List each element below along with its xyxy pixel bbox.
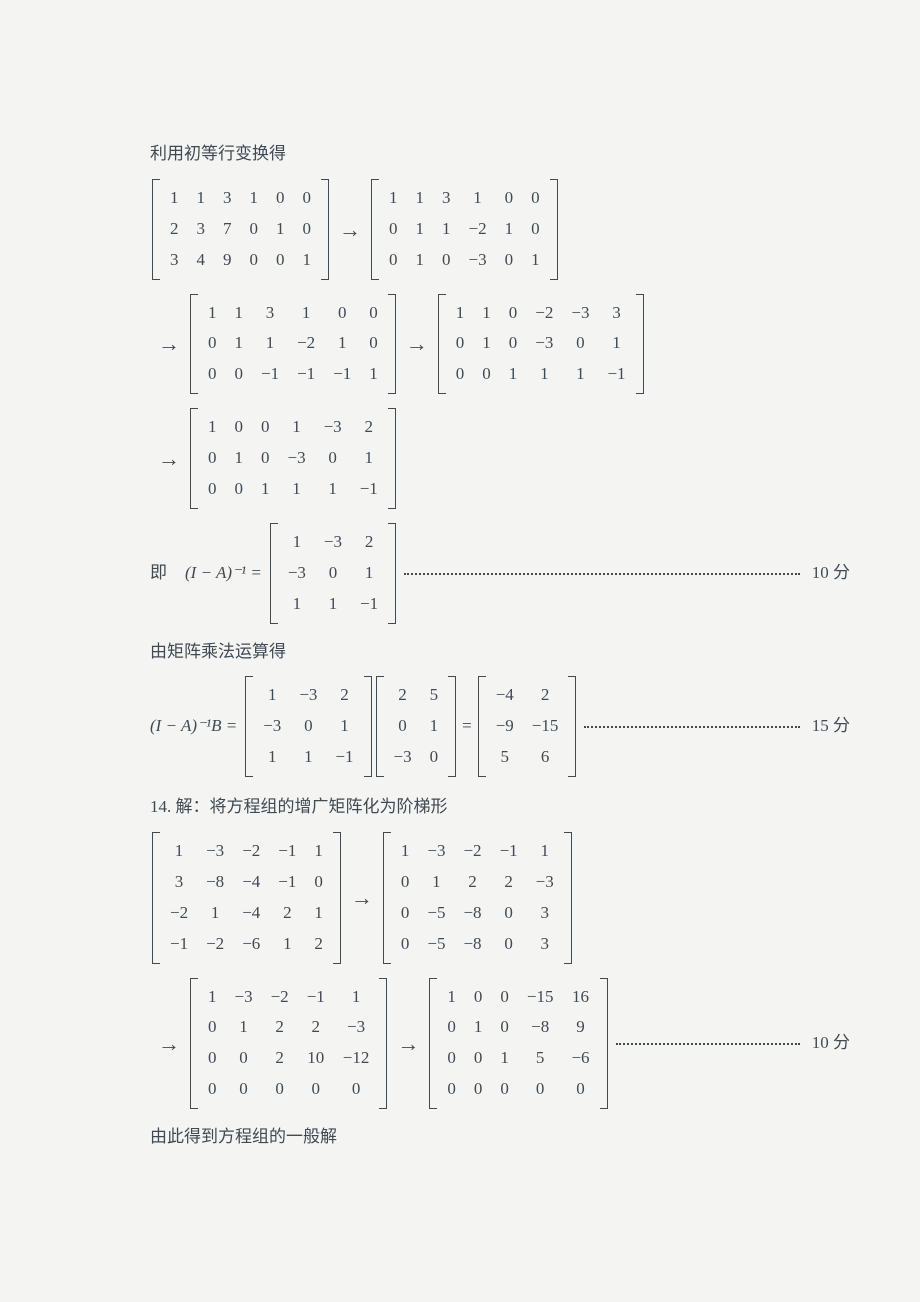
- arrow-icon: →: [158, 325, 180, 362]
- inverse-result-row: 即 (I − A)⁻¹ = 1−32 −301 11−1 10 分: [150, 523, 850, 624]
- q14-tail: 由此得到方程组的一般解: [150, 1123, 850, 1152]
- page-content: 利用初等行变换得 113100 237010 349001 → 113100 0…: [0, 0, 920, 1302]
- matrix-c2: 1−3−2−11 0122−3 0−5−803 0−5−803: [383, 832, 572, 964]
- ji-label: 即: [150, 559, 167, 588]
- matrix-b: 25 01 −30: [376, 676, 457, 777]
- arrow-icon: →: [406, 325, 428, 362]
- matrix-a2: 113100 011−210 010−301: [371, 179, 558, 280]
- arrow-icon: →: [158, 440, 180, 477]
- dotted-leader: [616, 1042, 800, 1045]
- score-10: 10 分: [812, 559, 850, 588]
- arrow-icon: →: [158, 1025, 180, 1062]
- q14-intro: 14. 解：将方程组的增广矩阵化为阶梯形: [150, 793, 850, 822]
- q14-row-1: 1−3−2−11 3−8−4−10 −21−421 −1−2−612 → 1−3…: [150, 832, 850, 964]
- matrix-c1: 1−3−2−11 3−8−4−10 −21−421 −1−2−612: [152, 832, 341, 964]
- by-mult-line: 由矩阵乘法运算得: [150, 638, 850, 667]
- matrix-c4: 100−1516 010−89 0015−6 00000: [429, 978, 607, 1110]
- dotted-leader: [404, 572, 800, 575]
- intro-line-13: 利用初等行变换得: [150, 140, 850, 169]
- product-row: (I − A)⁻¹B = 1−32 −301 11−1 25 01 −30 = …: [150, 676, 850, 777]
- matrix-inverse-2: 1−32 −301 11−1: [245, 676, 371, 777]
- matrix-result: −42 −9−15 56: [478, 676, 577, 777]
- matrix-row-1: 113100 237010 349001 → 113100 011−210 01…: [150, 179, 850, 280]
- arrow-icon: →: [351, 879, 373, 916]
- score-10-b: 10 分: [812, 1029, 850, 1058]
- product-lhs: (I − A)⁻¹B =: [150, 712, 237, 741]
- inverse-lhs: (I − A)⁻¹ =: [185, 559, 262, 588]
- matrix-a1: 113100 237010 349001: [152, 179, 329, 280]
- matrix-a5: 1001−32 010−301 00111−1: [190, 408, 396, 509]
- arrow-icon: →: [397, 1025, 419, 1062]
- equals-sign: =: [462, 712, 472, 741]
- matrix-row-2: → 113100 011−210 00−1−1−11 → 110−2−33 01…: [150, 294, 850, 395]
- matrix-inverse: 1−32 −301 11−1: [270, 523, 396, 624]
- matrix-row-3: → 1001−32 010−301 00111−1: [150, 408, 850, 509]
- matrix-c3: 1−3−2−11 0122−3 00210−12 00000: [190, 978, 387, 1110]
- score-15: 15 分: [812, 712, 850, 741]
- matrix-a3: 113100 011−210 00−1−1−11: [190, 294, 396, 395]
- arrow-icon: →: [339, 211, 361, 248]
- q14-row-2: → 1−3−2−11 0122−3 00210−12 00000 → 100−1…: [150, 978, 850, 1110]
- dotted-leader: [584, 725, 799, 728]
- matrix-a4: 110−2−33 010−301 00111−1: [438, 294, 644, 395]
